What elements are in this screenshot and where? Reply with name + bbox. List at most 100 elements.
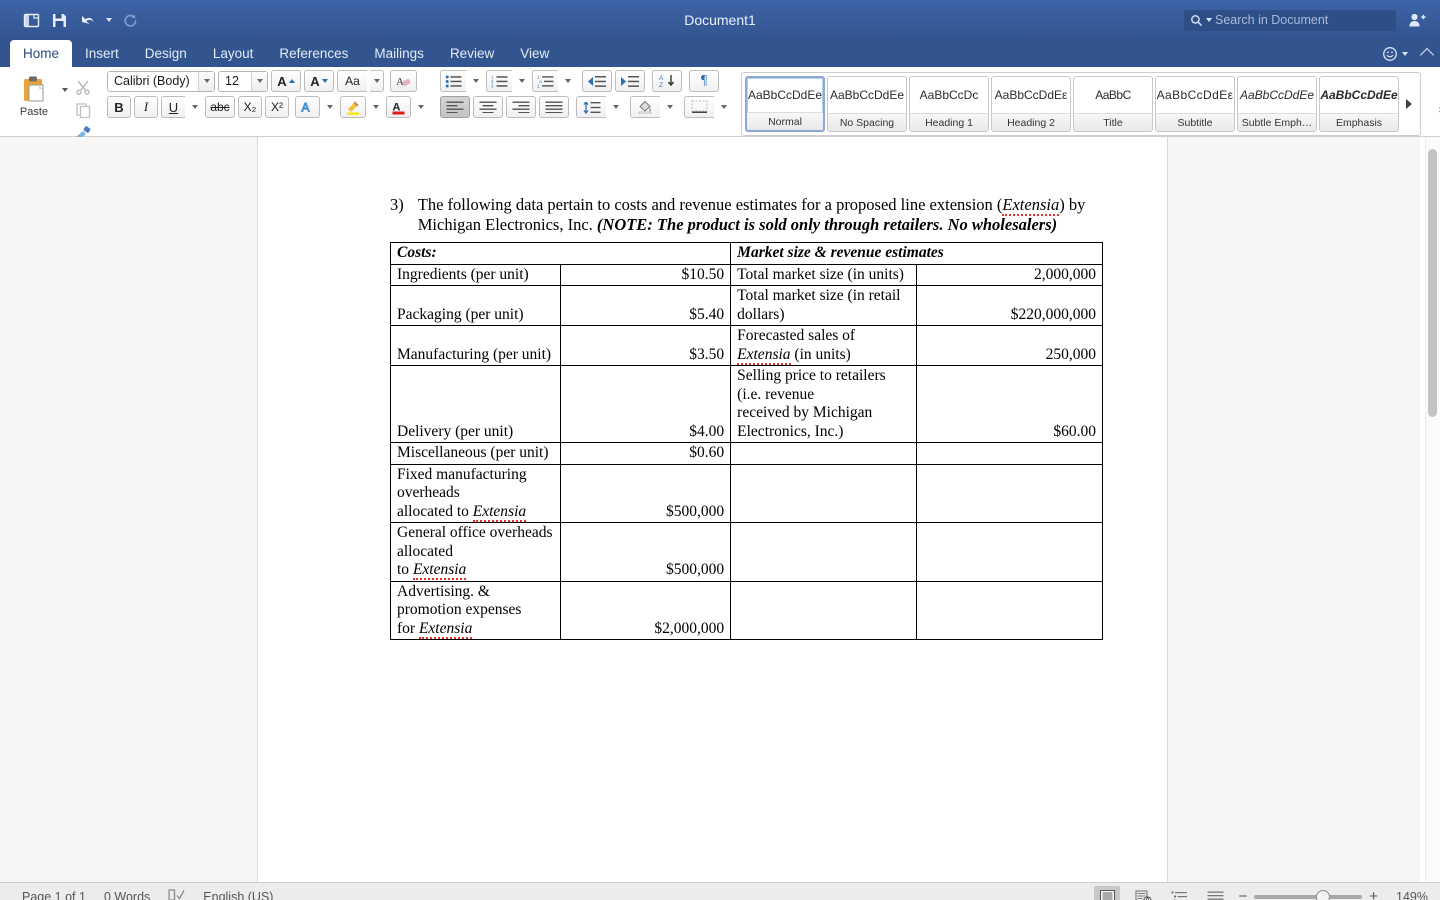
word-count[interactable]: 0 Words	[104, 890, 150, 900]
style-subtle-emphasis-preview: AaBbCcDdEe	[1239, 88, 1315, 102]
text-effects-dropdown-caret[interactable]	[323, 96, 337, 118]
table-left-header: Costs:	[389, 242, 732, 265]
style-no-spacing[interactable]: AaBbCcDdEe No Spacing	[827, 76, 907, 132]
grow-font-button[interactable]: A	[271, 70, 301, 92]
proofing-status-icon[interactable]	[168, 888, 185, 900]
show-formatting-marks-button[interactable]: ¶	[689, 70, 719, 92]
page-info[interactable]: Page 1 of 1	[22, 890, 86, 900]
document-canvas: 3) The following data pertain to costs a…	[0, 137, 1440, 882]
zoom-out-button[interactable]: −	[1238, 889, 1247, 900]
multilevel-list-dropdown-caret[interactable]	[561, 70, 575, 92]
feedback-dropdown-caret[interactable]	[1402, 51, 1408, 56]
tab-mailings[interactable]: Mailings	[361, 40, 437, 67]
style-subtle-emphasis[interactable]: AaBbCcDdEe Subtle Emph…	[1237, 76, 1317, 132]
document-body[interactable]: 3) The following data pertain to costs a…	[258, 137, 1167, 640]
vertical-scrollbar[interactable]	[1425, 137, 1440, 882]
underline-button[interactable]: U	[161, 96, 185, 118]
styles-gallery-more-button[interactable]	[1401, 76, 1417, 132]
shading-button[interactable]	[630, 96, 660, 118]
scrollbar-thumb[interactable]	[1428, 149, 1437, 417]
font-name-dropdown-icon[interactable]	[198, 71, 214, 91]
text-effects-button[interactable]: A	[295, 96, 320, 118]
view-draft-button[interactable]	[1202, 886, 1228, 900]
borders-button[interactable]	[684, 96, 714, 118]
superscript-button[interactable]: X²	[265, 96, 289, 118]
paste-button[interactable]: Paste	[10, 70, 58, 118]
document-page[interactable]: 3) The following data pertain to costs a…	[258, 137, 1167, 866]
tab-design[interactable]: Design	[132, 40, 200, 67]
highlight-dropdown-caret[interactable]	[369, 96, 383, 118]
market-empty-6	[730, 522, 918, 582]
line-spacing-icon	[582, 101, 600, 114]
underline-dropdown-caret[interactable]	[188, 96, 202, 118]
font-size-combo[interactable]: 12	[218, 70, 268, 92]
line-spacing-button[interactable]	[576, 96, 606, 118]
tab-review[interactable]: Review	[437, 40, 507, 67]
search-input[interactable]: Search in Document	[1184, 9, 1396, 31]
font-size-dropdown-icon[interactable]	[251, 71, 267, 91]
collapse-ribbon-icon[interactable]	[1419, 47, 1435, 63]
align-left-button[interactable]	[440, 96, 470, 118]
shrink-font-button[interactable]: A	[304, 70, 334, 92]
align-center-button[interactable]	[473, 96, 503, 118]
view-outline-button[interactable]	[1166, 886, 1192, 900]
line-spacing-dropdown-caret[interactable]	[609, 96, 623, 118]
font-name-combo[interactable]: Calibri (Body)	[107, 70, 215, 92]
share-button[interactable]	[1404, 7, 1430, 33]
style-heading-2[interactable]: AaBbCcDdEε Heading 2	[991, 76, 1071, 132]
shading-dropdown-caret[interactable]	[663, 96, 677, 118]
tab-layout[interactable]: Layout	[200, 40, 267, 67]
italic-button[interactable]: I	[134, 96, 158, 118]
style-no-spacing-preview: AaBbCcDdEe	[829, 88, 905, 102]
bold-button[interactable]: B	[107, 96, 131, 118]
justify-button[interactable]	[539, 96, 569, 118]
view-print-layout-button[interactable]	[1094, 886, 1121, 900]
zoom-thumb[interactable]	[1316, 890, 1331, 900]
style-normal[interactable]: AaBbCcDdEe Normal	[745, 76, 825, 132]
sort-button[interactable]: AZ	[652, 70, 682, 92]
style-heading-1[interactable]: AaBbCcDc Heading 1	[909, 76, 989, 132]
style-subtitle[interactable]: AaBbCcDdEε Subtitle	[1155, 76, 1235, 132]
language-status[interactable]: English (US)	[203, 890, 273, 900]
increase-indent-button[interactable]	[615, 70, 645, 92]
numbered-list-button[interactable]: 123	[486, 70, 512, 92]
borders-dropdown-caret[interactable]	[717, 96, 731, 118]
style-title[interactable]: AaBbC Title	[1073, 76, 1153, 132]
paste-dropdown-caret[interactable]	[58, 70, 71, 110]
font-color-button[interactable]: A	[386, 96, 411, 118]
table-header-row: Costs: Market size & revenue estimates	[389, 242, 1103, 265]
copy-button[interactable]	[71, 99, 95, 120]
tab-home[interactable]: Home	[10, 40, 73, 67]
bullet-list-dropdown-caret[interactable]	[469, 70, 483, 92]
tab-insert[interactable]: Insert	[72, 40, 132, 67]
change-case-dropdown-caret[interactable]	[370, 70, 384, 92]
bullet-list-button[interactable]	[440, 70, 466, 92]
zoom-in-button[interactable]: +	[1369, 889, 1378, 900]
cut-button[interactable]	[71, 76, 95, 97]
font-group: Calibri (Body) 12 A A Aa A B I U abc X₂ …	[101, 70, 428, 136]
strikethrough-button[interactable]: abc	[205, 96, 235, 118]
smiley-face-icon[interactable]	[1382, 46, 1398, 62]
clear-formatting-button[interactable]: A	[390, 70, 417, 92]
search-scope-caret[interactable]	[1206, 18, 1212, 22]
zoom-level-label[interactable]: 149%	[1388, 890, 1428, 900]
cost-label-6: General office overheads allocated to Ext…	[389, 522, 562, 582]
change-case-button[interactable]: Aa	[337, 70, 367, 92]
highlight-button[interactable]	[340, 96, 366, 118]
tab-view[interactable]: View	[507, 40, 562, 67]
multilevel-list-button[interactable]: 1a1	[532, 70, 558, 92]
tab-references[interactable]: References	[266, 40, 361, 67]
view-web-layout-button[interactable]	[1130, 886, 1156, 900]
align-right-button[interactable]	[506, 96, 536, 118]
data-table[interactable]: Costs: Market size & revenue estimates I…	[389, 242, 1103, 640]
numbered-list-dropdown-caret[interactable]	[515, 70, 529, 92]
style-emphasis[interactable]: AaBbCcDdEe Emphasis	[1319, 76, 1399, 132]
zoom-track[interactable]	[1254, 890, 1363, 900]
subscript-button[interactable]: X₂	[238, 96, 262, 118]
styles-pane-button[interactable]: ¶ Styles Pane	[1425, 72, 1440, 128]
font-color-dropdown-caret[interactable]	[414, 96, 428, 118]
style-normal-preview: AaBbCcDdEe	[747, 88, 823, 102]
market-empty-value-6	[916, 522, 1103, 582]
decrease-indent-button[interactable]	[582, 70, 612, 92]
zoom-slider[interactable]: − +	[1238, 889, 1378, 900]
